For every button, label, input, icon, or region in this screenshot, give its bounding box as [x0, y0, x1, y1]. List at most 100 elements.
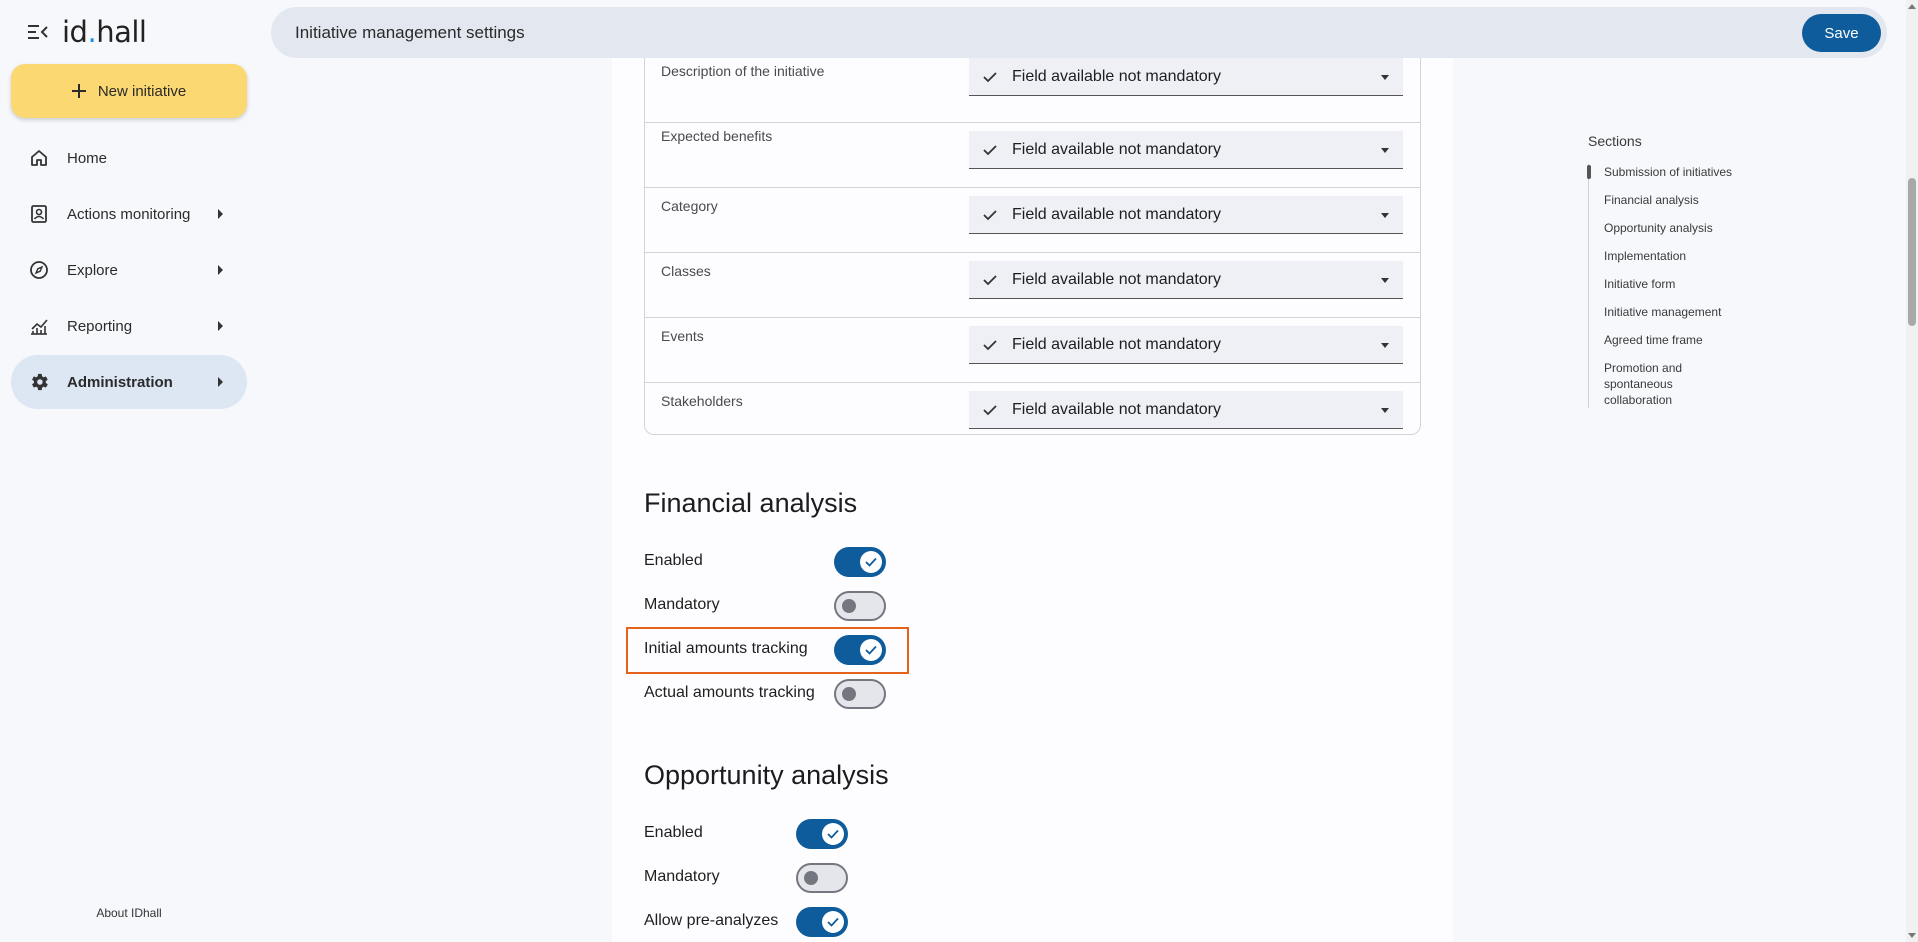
scrollbar[interactable] [1906, 0, 1918, 942]
caret-right-icon [218, 265, 223, 275]
field-availability-select[interactable]: Field available not mandatory [969, 196, 1403, 234]
fields-card: Description of the initiative Field avai… [644, 58, 1421, 435]
active-section-indicator [1587, 165, 1591, 179]
toggle-label: Initial amounts tracking [644, 640, 808, 657]
chart-icon [27, 314, 51, 338]
section-link-opportunity[interactable]: Opportunity analysis [1604, 220, 1788, 236]
sidebar: id. hall New initiative Home Actions moni… [0, 0, 258, 942]
field-availability-select[interactable]: Field available not mandatory [969, 131, 1403, 169]
dropdown-arrow-icon [1381, 75, 1389, 80]
field-availability-select[interactable]: Field available not mandatory [969, 391, 1403, 429]
toggle-row: Actual amounts tracking [644, 679, 894, 709]
field-availability-select[interactable]: Field available not mandatory [969, 326, 1403, 364]
sections-title: Sections [1588, 133, 1642, 149]
financial-mandatory-toggle[interactable] [834, 591, 886, 621]
new-initiative-label: New initiative [97, 82, 187, 100]
dropdown-arrow-icon [1381, 278, 1389, 283]
toggle-row: Allow pre-analyzes [644, 907, 864, 937]
home-icon [27, 146, 51, 170]
sidebar-item-label: Explore [67, 261, 118, 279]
opportunity-mandatory-toggle[interactable] [796, 863, 848, 893]
field-label: Stakeholders [661, 393, 743, 409]
section-link-agreed-time-frame[interactable]: Agreed time frame [1604, 332, 1788, 348]
page-title: Initiative management settings [295, 22, 525, 42]
section-link-initiative-management[interactable]: Initiative management [1604, 304, 1788, 320]
settings-panel: Description of the initiative Field avai… [612, 58, 1453, 942]
toggle-row: Mandatory [644, 863, 848, 893]
financial-enabled-toggle[interactable] [834, 547, 886, 577]
check-icon [822, 823, 844, 845]
toggle-label: Mandatory [644, 868, 720, 885]
sidebar-item-home[interactable]: Home [11, 131, 247, 185]
field-row: Classes Field available not mandatory [645, 253, 1420, 318]
section-link-promotion[interactable]: Promotion and spontaneous collaboration [1604, 360, 1714, 408]
toggle-row: Enabled [644, 819, 848, 849]
section-link-implementation[interactable]: Implementation [1604, 248, 1788, 264]
field-row: Description of the initiative Field avai… [645, 58, 1420, 123]
scroll-up-arrow-icon[interactable] [1908, 4, 1916, 9]
sidebar-nav: Home Actions monitoring Explore Reportin… [11, 131, 247, 411]
gear-icon [27, 370, 51, 394]
field-select-value: Field available not mandatory [1012, 335, 1222, 353]
opportunity-enabled-toggle[interactable] [796, 819, 848, 849]
toggle-label: Enabled [644, 552, 703, 569]
allow-pre-analyzes-toggle[interactable] [796, 907, 848, 937]
check-icon [983, 271, 1001, 289]
opportunity-analysis-heading: Opportunity analysis [644, 760, 889, 790]
dropdown-arrow-icon [1381, 213, 1389, 218]
caret-right-icon [218, 321, 223, 331]
check-icon [983, 141, 1001, 159]
sidebar-item-label: Actions monitoring [67, 205, 191, 223]
field-label: Category [661, 198, 718, 214]
clipboard-user-icon [27, 202, 51, 226]
check-icon [860, 551, 882, 573]
sections-list: Submission of initiatives Financial anal… [1587, 164, 1788, 408]
scroll-down-arrow-icon[interactable] [1908, 933, 1916, 938]
sidebar-item-actions-monitoring[interactable]: Actions monitoring [11, 187, 247, 241]
field-select-value: Field available not mandatory [1012, 67, 1222, 85]
compass-icon [27, 258, 51, 282]
logo[interactable]: id. hall [62, 14, 147, 50]
field-availability-select[interactable]: Field available not mandatory [969, 261, 1403, 299]
check-icon [983, 401, 1001, 419]
save-button[interactable]: Save [1802, 14, 1881, 52]
sidebar-item-label: Reporting [67, 317, 133, 335]
field-select-value: Field available not mandatory [1012, 205, 1222, 223]
dropdown-arrow-icon [1381, 148, 1389, 153]
field-label: Description of the initiative [661, 63, 825, 79]
section-link-initiative-form[interactable]: Initiative form [1604, 276, 1788, 292]
field-label: Classes [661, 263, 711, 279]
new-initiative-button[interactable]: New initiative [11, 64, 247, 118]
check-icon [983, 206, 1001, 224]
check-icon [822, 911, 844, 933]
field-label: Expected benefits [661, 128, 773, 144]
logo-text-2: hall [96, 15, 147, 49]
dropdown-arrow-icon [1381, 343, 1389, 348]
toggle-label: Allow pre-analyzes [644, 912, 779, 929]
caret-right-icon [218, 377, 223, 387]
actual-amounts-tracking-toggle[interactable] [834, 679, 886, 709]
about-link[interactable]: About IDhall [0, 906, 258, 920]
sidebar-item-administration[interactable]: Administration [11, 355, 247, 409]
scroll-thumb[interactable] [1908, 178, 1916, 326]
sidebar-item-label: Home [67, 149, 108, 167]
toggle-label: Mandatory [644, 596, 720, 613]
initial-amounts-tracking-toggle[interactable] [834, 635, 886, 665]
field-select-value: Field available not mandatory [1012, 270, 1222, 288]
field-row: Events Field available not mandatory [645, 318, 1420, 383]
sidebar-item-reporting[interactable]: Reporting [11, 299, 247, 353]
plus-icon [71, 80, 86, 102]
logo-text: id [62, 15, 88, 49]
section-link-submission[interactable]: Submission of initiatives [1604, 164, 1788, 180]
field-label: Events [661, 328, 704, 344]
field-availability-select[interactable]: Field available not mandatory [969, 58, 1403, 96]
toggle-knob [842, 687, 856, 701]
financial-analysis-heading: Financial analysis [644, 488, 858, 518]
sidebar-item-explore[interactable]: Explore [11, 243, 247, 297]
menu-collapse-icon[interactable] [26, 20, 50, 44]
toggle-knob [804, 871, 818, 885]
toggle-knob [842, 599, 856, 613]
section-link-financial[interactable]: Financial analysis [1604, 192, 1788, 208]
check-icon [983, 68, 1001, 86]
check-icon [860, 639, 882, 661]
